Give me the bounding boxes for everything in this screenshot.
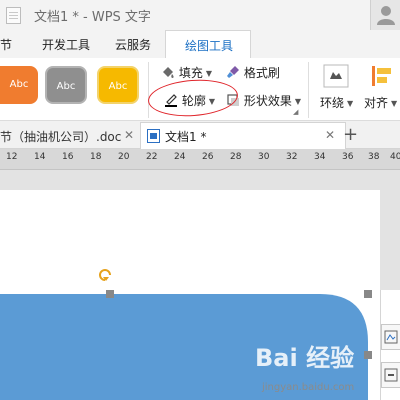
svg-text:Bai 经验: Bai 经验 [255, 344, 354, 372]
minus-icon [384, 368, 398, 382]
baidu-jingyan-watermark: Bai 经验 [255, 344, 354, 372]
watermark-url: jingyan.baidu.com [262, 382, 355, 393]
layout-icon [384, 330, 398, 344]
floating-shape-panel [380, 290, 400, 400]
rotate-handle-icon[interactable] [99, 269, 111, 281]
corner-resize-handle[interactable] [364, 290, 372, 298]
minus-button[interactable] [381, 362, 400, 388]
layout-options-button[interactable] [381, 324, 400, 350]
top-resize-handle[interactable] [106, 290, 114, 298]
